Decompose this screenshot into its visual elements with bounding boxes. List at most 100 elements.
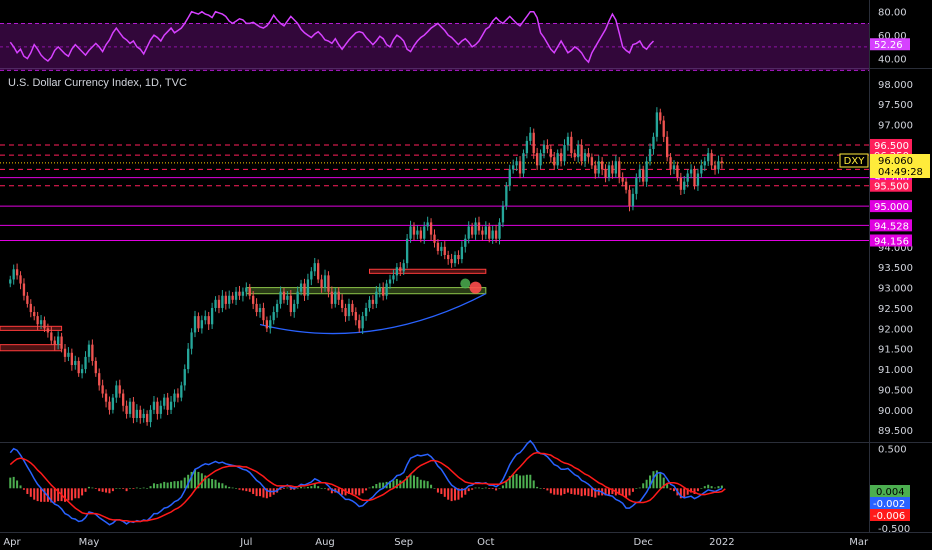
macd-histogram-bar bbox=[74, 488, 77, 499]
macd-histogram-bar bbox=[259, 488, 262, 497]
macd-histogram-bar bbox=[371, 486, 374, 489]
macd-histogram-bar bbox=[454, 488, 457, 501]
candle-body bbox=[190, 332, 193, 349]
candle-body bbox=[621, 177, 624, 182]
candle-body bbox=[279, 291, 282, 304]
time-tick-label: Oct bbox=[477, 537, 494, 548]
candle-body bbox=[539, 153, 542, 166]
candle-body bbox=[46, 328, 50, 333]
time-tick-label: Dec bbox=[634, 537, 653, 548]
macd-histogram-bar bbox=[173, 481, 176, 489]
macd-histogram-bar bbox=[211, 479, 214, 489]
macd-histogram-bar bbox=[351, 488, 354, 494]
candle-body bbox=[29, 303, 32, 313]
candle-body bbox=[512, 165, 515, 170]
candle-body bbox=[429, 222, 433, 235]
time-tick-label: 2022 bbox=[709, 537, 734, 548]
macd-histogram-bar bbox=[94, 488, 97, 490]
macd-histogram-bar bbox=[300, 486, 303, 489]
macd-histogram-bar bbox=[471, 488, 474, 490]
macd-histogram-bar bbox=[522, 475, 525, 489]
rsi-tick-label: 40.00 bbox=[878, 55, 907, 66]
candle-body bbox=[652, 136, 655, 150]
candle-body bbox=[258, 307, 262, 313]
symbol-tag: DXY bbox=[839, 153, 869, 168]
zone-box bbox=[245, 287, 487, 295]
candle-body bbox=[169, 401, 173, 410]
macd-histogram-bar bbox=[214, 479, 217, 489]
macd-histogram-bar bbox=[717, 486, 720, 489]
macd-histogram-bar bbox=[515, 474, 518, 489]
macd-histogram-bar bbox=[207, 478, 210, 489]
macd-histogram-bar bbox=[587, 488, 590, 497]
candle-body bbox=[340, 299, 344, 308]
macd-histogram-bar bbox=[553, 488, 556, 495]
macd-histogram-bar bbox=[67, 488, 70, 501]
candle-body bbox=[125, 405, 128, 414]
macd-histogram-bar bbox=[430, 484, 433, 489]
candle-body bbox=[128, 401, 132, 414]
candle-body bbox=[614, 161, 617, 174]
macd-histogram-bar bbox=[241, 488, 244, 491]
chart-canvas[interactable]: 80.0060.0040.00 52.26 U.S. Dollar Curren… bbox=[0, 0, 932, 550]
candle-body bbox=[238, 291, 241, 296]
candle-body bbox=[686, 173, 689, 182]
candle-body bbox=[248, 287, 251, 296]
chart-title: U.S. Dollar Currency Index, 1D, TVC bbox=[8, 77, 187, 89]
macd-histogram-bar bbox=[320, 488, 323, 489]
macd-histogram-bar bbox=[91, 487, 94, 489]
macd-histogram-bar bbox=[481, 488, 484, 489]
macd-histogram-bar bbox=[450, 488, 453, 502]
candle-body bbox=[655, 112, 659, 137]
macd-histogram-bar bbox=[176, 481, 179, 489]
macd-histogram-bar bbox=[224, 485, 227, 489]
price-tick-label: 93.000 bbox=[878, 284, 913, 295]
candle-body bbox=[457, 255, 460, 260]
macd-histogram-bar bbox=[433, 488, 436, 489]
price-tick-label: 92.000 bbox=[878, 324, 913, 335]
candle-body bbox=[67, 352, 70, 357]
macd-histogram-bar bbox=[118, 488, 121, 489]
candle-body bbox=[679, 177, 682, 190]
candle-body bbox=[145, 413, 149, 423]
macd-histogram-bar bbox=[286, 487, 289, 489]
candle-body bbox=[573, 153, 576, 158]
candle-body bbox=[122, 393, 125, 406]
macd-histogram-bar bbox=[491, 488, 494, 490]
candle-body bbox=[426, 222, 429, 227]
time-tick-label: Jul bbox=[239, 537, 252, 548]
candle-body bbox=[474, 222, 477, 235]
candle-body bbox=[142, 413, 145, 418]
candle-body bbox=[594, 165, 597, 174]
candle-body bbox=[94, 360, 97, 374]
macd-histogram-bar bbox=[436, 488, 439, 493]
macd-histogram-bar bbox=[447, 488, 450, 500]
macd-histogram-bar bbox=[29, 488, 32, 497]
macd-histogram-bar bbox=[84, 488, 87, 492]
candle-body bbox=[152, 401, 156, 410]
level-tag-label: 94.528 bbox=[874, 221, 909, 232]
candle-body bbox=[553, 157, 556, 166]
price-tick-label: 90.000 bbox=[878, 406, 913, 417]
candle-body bbox=[358, 320, 361, 329]
candle-body bbox=[234, 291, 238, 300]
candle-body bbox=[286, 295, 289, 300]
candle-body bbox=[570, 136, 573, 154]
macd-histogram-bar bbox=[563, 488, 566, 494]
candle-body bbox=[577, 144, 580, 158]
candle-body bbox=[303, 283, 306, 296]
macd-histogram-bar bbox=[700, 488, 703, 489]
candle-body bbox=[604, 169, 607, 178]
macd-histogram-bar bbox=[26, 488, 29, 494]
rsi-axis[interactable]: 80.0060.0040.00 bbox=[878, 8, 907, 66]
candle-body bbox=[330, 291, 334, 304]
candle-body bbox=[252, 295, 255, 304]
candle-body bbox=[450, 259, 453, 264]
candle-body bbox=[132, 401, 135, 418]
candle-body bbox=[518, 161, 522, 174]
macd-histogram-bar bbox=[33, 488, 36, 500]
macd-histogram-bar bbox=[16, 480, 19, 489]
level-tag-label: 95.500 bbox=[874, 182, 909, 193]
macd-histogram-bar bbox=[149, 486, 152, 489]
candle-body bbox=[419, 230, 422, 239]
